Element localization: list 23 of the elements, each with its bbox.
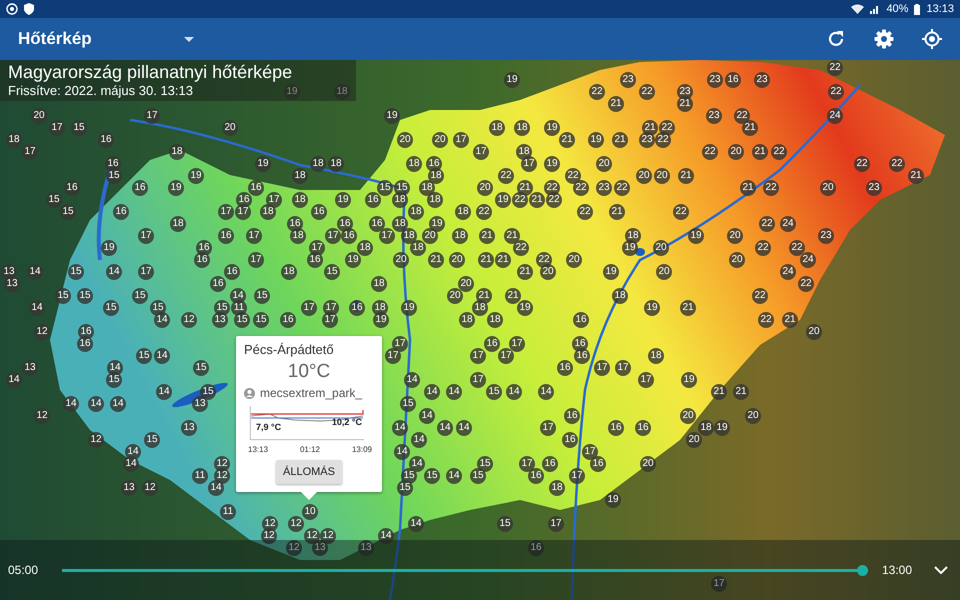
max-temperature-label: 10,2 °C — [332, 417, 362, 427]
shield-icon — [24, 3, 34, 15]
clock: 13:13 — [926, 3, 954, 15]
app-title: Hőtérkép — [18, 29, 92, 49]
station-name: Pécs-Árpádtető — [244, 342, 335, 357]
station-owner: mecsextrem_park_ — [260, 386, 362, 400]
battery-icon — [914, 4, 920, 14]
battery-percentage: 40% — [886, 3, 908, 15]
time-axis-label: 01:12 — [300, 445, 320, 454]
time-axis-label: 13:09 — [352, 445, 372, 454]
time-slider[interactable] — [62, 564, 868, 576]
start-time: 05:00 — [8, 563, 38, 577]
sync-icon — [6, 3, 18, 15]
signal-icon — [870, 4, 880, 14]
wifi-icon — [851, 4, 864, 14]
station-temperature: 10°C — [286, 361, 332, 383]
min-temperature-label: 7,9 °C — [256, 422, 282, 432]
end-time: 13:00 — [882, 563, 912, 577]
station-button[interactable]: ÁLLOMÁS — [276, 460, 342, 484]
map-title: Magyarország pillanatnyi hőtérképe — [8, 62, 292, 83]
time-axis-label: 13:13 — [248, 445, 268, 454]
updated-time: Frissítve: 2022. május 30. 13:13 — [8, 83, 193, 98]
user-icon — [244, 388, 255, 398]
